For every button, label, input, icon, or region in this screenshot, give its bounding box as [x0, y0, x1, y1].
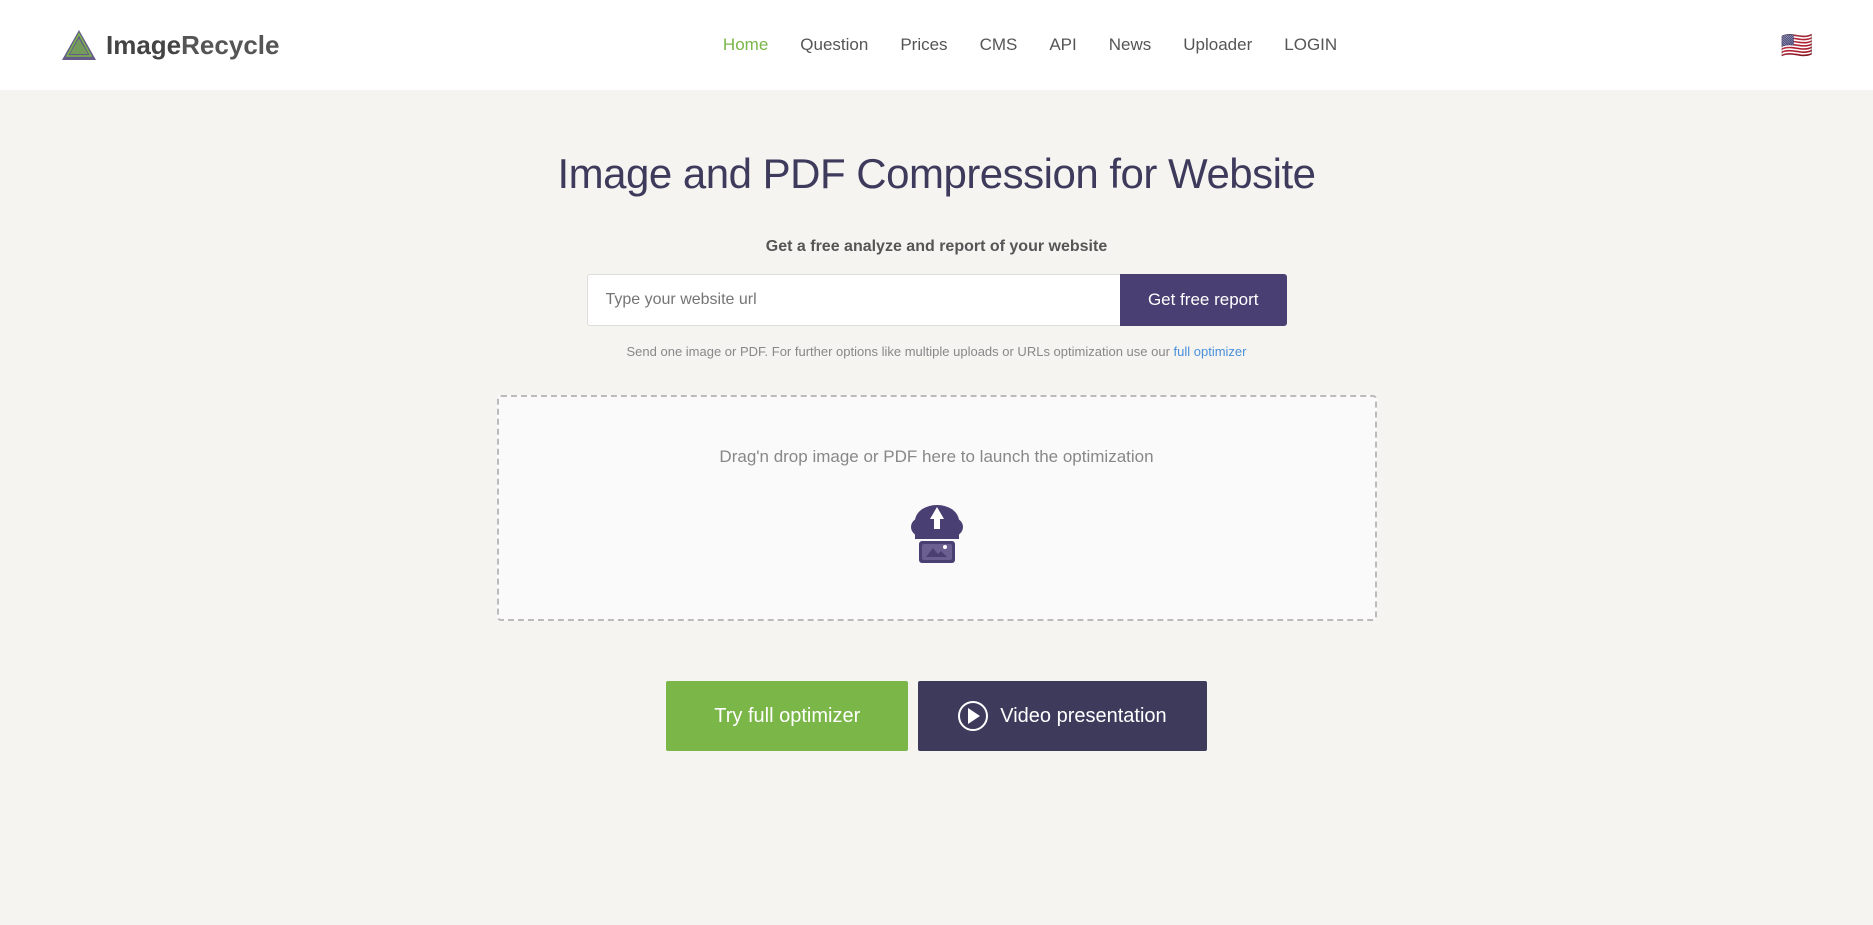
drop-zone[interactable]: Drag'n drop image or PDF here to launch … — [497, 395, 1377, 621]
get-report-button[interactable]: Get free report — [1120, 274, 1287, 326]
nav-news[interactable]: News — [1109, 35, 1152, 55]
try-full-optimizer-button[interactable]: Try full optimizer — [666, 681, 908, 751]
header: ImageRecycle Home Question Prices CMS AP… — [0, 0, 1873, 90]
helper-text: Send one image or PDF. For further optio… — [627, 344, 1247, 359]
logo-text: ImageRecycle — [106, 30, 279, 61]
main-nav: Home Question Prices CMS API News Upload… — [723, 35, 1337, 55]
video-presentation-button[interactable]: Video presentation — [918, 681, 1206, 751]
main-content: Image and PDF Compression for Website Ge… — [0, 90, 1873, 925]
url-input[interactable] — [587, 274, 1120, 326]
nav-question[interactable]: Question — [800, 35, 868, 55]
play-triangle-icon — [968, 708, 980, 724]
nav-uploader[interactable]: Uploader — [1183, 35, 1252, 55]
play-circle-icon — [958, 701, 988, 731]
drop-zone-text: Drag'n drop image or PDF here to launch … — [719, 447, 1153, 467]
logo-icon — [60, 26, 98, 64]
hero-title: Image and PDF Compression for Website — [557, 150, 1315, 198]
upload-icon — [897, 489, 977, 569]
url-input-row: Get free report — [587, 274, 1287, 326]
full-optimizer-link[interactable]: full optimizer — [1174, 344, 1247, 359]
nav-login[interactable]: LOGIN — [1284, 35, 1337, 55]
nav-cms[interactable]: CMS — [980, 35, 1018, 55]
logo[interactable]: ImageRecycle — [60, 26, 279, 64]
bottom-buttons: Try full optimizer Video presentation — [666, 681, 1206, 751]
nav-home[interactable]: Home — [723, 35, 768, 55]
subtitle: Get a free analyze and report of your we… — [766, 238, 1107, 256]
language-flag-icon[interactable]: 🇺🇸 — [1781, 30, 1813, 61]
nav-api[interactable]: API — [1049, 35, 1076, 55]
nav-prices[interactable]: Prices — [900, 35, 947, 55]
